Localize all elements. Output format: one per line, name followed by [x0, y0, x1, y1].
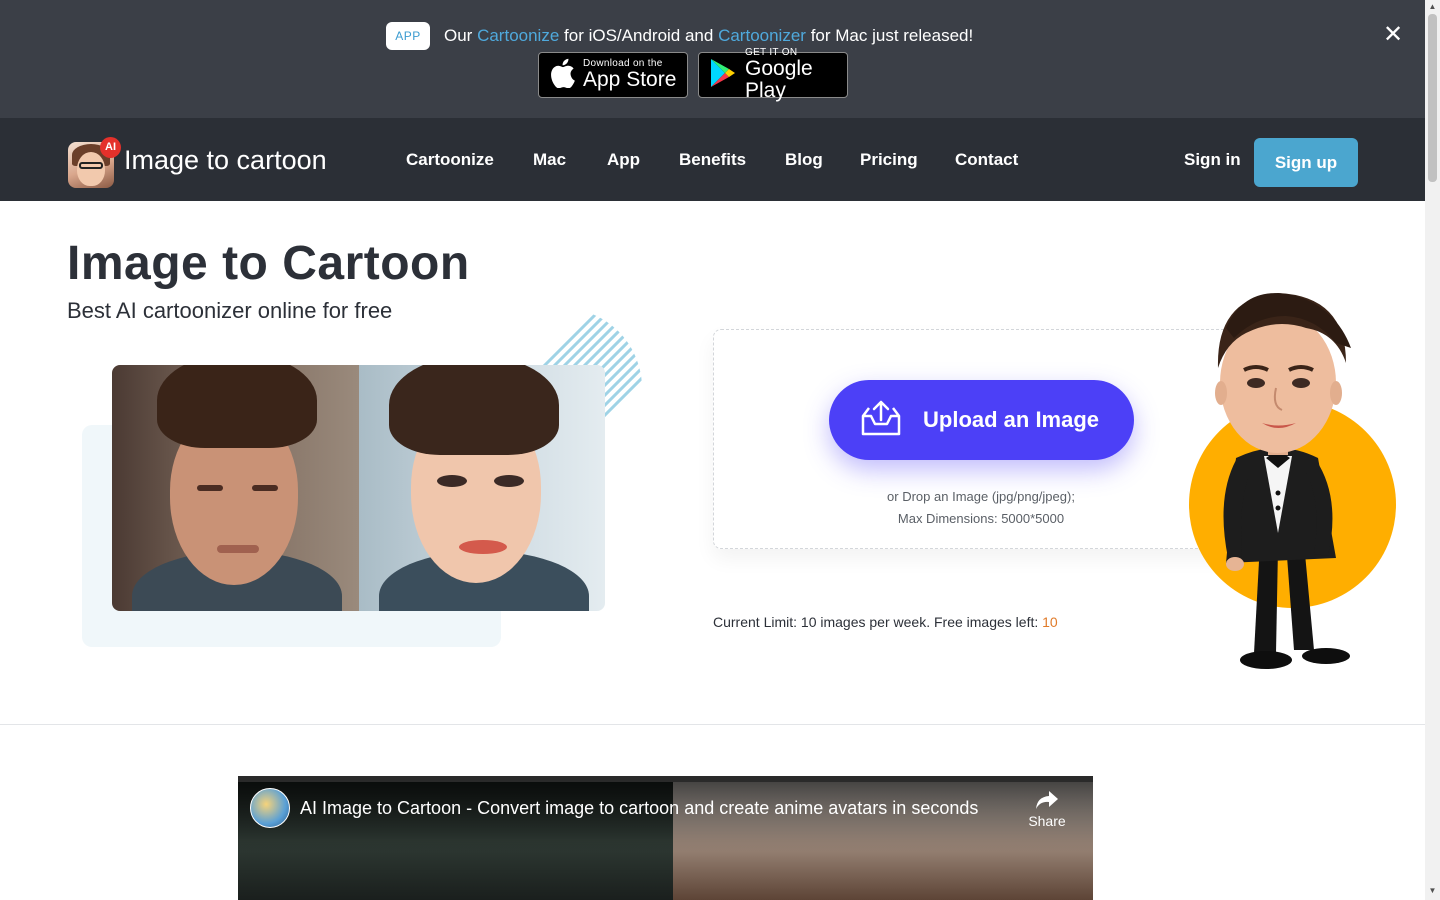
- sign-in-link[interactable]: Sign in: [1184, 150, 1241, 170]
- cartoonizer-mac-link[interactable]: Cartoonizer: [718, 26, 806, 45]
- cartoonize-app-link[interactable]: Cartoonize: [477, 26, 559, 45]
- nav-benefits[interactable]: Benefits: [679, 150, 746, 170]
- scrollbar-thumb[interactable]: [1428, 14, 1437, 182]
- usage-limit-text: Current Limit: 10 images per week. Free …: [713, 614, 1039, 630]
- close-icon[interactable]: ✕: [1382, 23, 1404, 47]
- upload-tray-icon: [859, 400, 903, 441]
- banner-text-1: Our: [444, 26, 473, 45]
- youtube-video-embed[interactable]: AI Image to Cartoon - Convert image to c…: [238, 776, 1093, 900]
- app-store-big-text: App Store: [583, 68, 677, 91]
- upload-hint: or Drop an Image (jpg/png/jpeg); Max Dim…: [713, 486, 1249, 530]
- page-scrollbar[interactable]: ▲ ▼: [1425, 0, 1440, 900]
- share-icon: [1026, 790, 1068, 813]
- scroll-up-icon[interactable]: ▲: [1428, 2, 1437, 12]
- google-play-icon: [709, 58, 737, 93]
- nav-app[interactable]: App: [607, 150, 640, 170]
- nav-contact[interactable]: Contact: [955, 150, 1018, 170]
- cartoonized-photo: [358, 365, 605, 611]
- nav-mac[interactable]: Mac: [533, 150, 566, 170]
- usage-limit: Current Limit: 10 images per week. Free …: [713, 614, 1058, 630]
- video-share-button[interactable]: Share: [1026, 790, 1068, 829]
- app-badge: APP: [386, 22, 430, 50]
- nav-cartoonize[interactable]: Cartoonize: [406, 150, 494, 170]
- banner-message: APP Our Cartoonize for iOS/Android and C…: [386, 22, 973, 50]
- video-title[interactable]: AI Image to Cartoon - Convert image to c…: [300, 798, 978, 819]
- logo-text[interactable]: Image to cartoon: [124, 145, 327, 176]
- nav-pricing[interactable]: Pricing: [860, 150, 918, 170]
- share-label: Share: [1028, 813, 1066, 829]
- google-play-big-text: Google Play: [745, 57, 813, 102]
- original-photo: [112, 365, 359, 611]
- app-store-button[interactable]: Download on the App Store: [538, 52, 688, 98]
- upload-button-label: Upload an Image: [923, 407, 1100, 432]
- banner-text: Our Cartoonize for iOS/Android and Carto…: [444, 26, 973, 46]
- section-divider: [0, 724, 1425, 725]
- sign-up-button[interactable]: Sign up: [1254, 138, 1358, 187]
- apple-icon: [549, 58, 575, 93]
- cartoon-character-illustration: [1215, 293, 1351, 669]
- upload-image-button[interactable]: Upload an Image: [829, 380, 1134, 460]
- scroll-down-icon[interactable]: ▼: [1428, 886, 1437, 896]
- upload-hint-dimensions: Max Dimensions: 5000*5000: [897, 511, 1065, 526]
- ai-badge: AI: [100, 137, 121, 158]
- banner-text-3: for Mac just released!: [810, 26, 974, 45]
- page-subtitle: Best AI cartoonizer online for free: [67, 298, 393, 323]
- google-play-button[interactable]: GET IT ON Google Play: [698, 48, 848, 102]
- nav-blog[interactable]: Blog: [785, 150, 823, 170]
- page-title: Image to Cartoon: [67, 237, 470, 290]
- before-after-comparison-image: [112, 365, 605, 611]
- upload-hint-formats: or Drop an Image (jpg/png/jpeg);: [887, 489, 1075, 504]
- banner-text-2: for iOS/Android and: [564, 26, 714, 45]
- free-images-left: 10: [1042, 614, 1058, 630]
- channel-avatar[interactable]: [250, 788, 290, 828]
- announcement-banner: APP Our Cartoonize for iOS/Android and C…: [0, 0, 1425, 118]
